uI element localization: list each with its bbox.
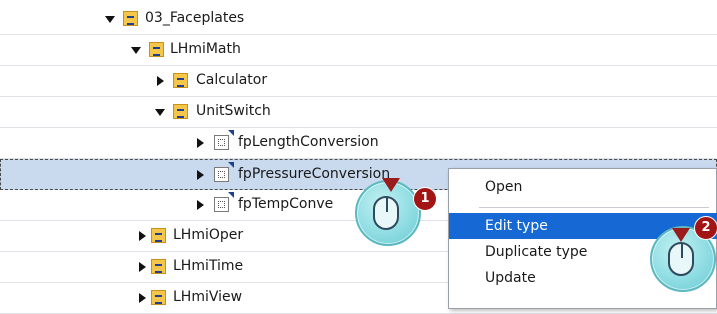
tree-item-label: LHmiView [173,289,243,305]
faceplate-icon [214,135,229,150]
folder-icon [151,259,166,274]
expand-icon[interactable] [157,76,164,86]
folder-icon [173,73,188,88]
folder-icon [151,228,166,243]
tree-item-label: fpLengthConversion [238,134,379,150]
expand-icon[interactable] [139,231,146,241]
folder-icon [149,42,164,57]
expand-icon[interactable] [139,293,146,303]
tree-row-calculator[interactable]: Calculator [0,66,717,97]
type-marker-icon [228,162,234,168]
pointer-arrow-icon [672,228,690,242]
type-marker-icon [228,130,234,136]
tree-item-label: fpPressureConversion [238,166,391,182]
menu-separator [479,207,709,208]
folder-icon [123,11,138,26]
collapse-icon[interactable] [155,109,165,116]
tree-row-lhmimath[interactable]: LHmiMath [0,35,717,66]
tree-item-label: Calculator [196,72,268,88]
mouse-click-icon [373,196,399,230]
tree-item-label: UnitSwitch [196,103,271,119]
faceplate-icon [214,167,229,182]
tree-item-label: LHmiTime [173,258,244,274]
folder-icon [173,104,188,119]
tree-item-label: LHmiMath [170,41,241,57]
collapse-icon[interactable] [105,16,115,23]
tree-row-03-faceplates[interactable]: 03_Faceplates [0,4,717,35]
expand-icon[interactable] [197,200,204,210]
mouse-click-icon [668,242,694,276]
collapse-icon[interactable] [131,47,141,54]
faceplate-icon [214,197,229,212]
tree-row-fplengthconversion[interactable]: fpLengthConversion [0,128,717,159]
tree-row-unitswitch[interactable]: UnitSwitch [0,97,717,128]
type-marker-icon [228,192,234,198]
expand-icon[interactable] [197,170,204,180]
expand-icon[interactable] [197,138,204,148]
folder-icon [151,290,166,305]
tree-item-label: LHmiOper [173,227,244,243]
tree-item-label: fpTempConve [238,196,334,212]
pointer-arrow-icon [382,178,400,192]
expand-icon[interactable] [139,262,146,272]
step-badge: 2 [694,216,717,240]
tree-item-label: 03_Faceplates [145,10,245,26]
menu-item-open[interactable]: Open [449,174,717,200]
step-badge: 1 [413,187,437,211]
